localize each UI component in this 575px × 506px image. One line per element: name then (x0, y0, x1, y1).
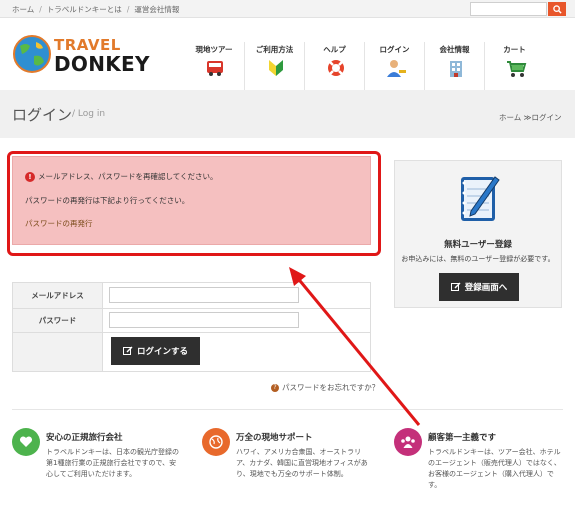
top-breadcrumb-home[interactable]: ホーム (12, 5, 34, 14)
user-key-icon (387, 60, 406, 77)
globe-logo-icon (13, 35, 51, 73)
feature-trusted-agency: 安心の正規旅行会社 トラベルドンキーは、日本の観光庁登録の第1種旅行業の正規旅行… (12, 428, 192, 498)
edit-icon (122, 346, 133, 355)
forgot-password-label: パスワードをお忘れですか？ (282, 383, 380, 392)
registration-text: お申込みには、無料のユーザー登録が必要です。 (401, 255, 555, 263)
password-row: パスワード (13, 309, 370, 333)
feature-title: 安心の正規旅行会社 (46, 433, 123, 443)
globe-icon (202, 428, 230, 456)
site-header: TRAVEL DONKEY 現地ツアー ご利用方法 ヘルプ ログイン 会社情報 … (0, 18, 575, 98)
login-button-label: ログインする (136, 347, 188, 357)
feature-text: トラベルドンキーは、ツアー会社、ホテルのエージェント（販売代理人）ではなく、お客… (428, 448, 561, 489)
feature-text: ハワイ、アメリカ合衆国、オーストラリア、カナダ、韓国に直営現地オフィスがあり、現… (236, 448, 368, 478)
forgot-password-link[interactable]: ? パスワードをお忘れですか？ (271, 382, 379, 393)
password-field[interactable] (109, 312, 299, 328)
register-button[interactable]: 登録画面へ (439, 273, 519, 301)
top-breadcrumb-company[interactable]: 運営会社情報 (134, 5, 179, 14)
page-title-bar: ログイン / Log in ホーム ≫ログイン (0, 90, 575, 138)
question-icon: ? (271, 383, 279, 392)
breadcrumb: ホーム ≫ログイン (499, 112, 562, 123)
people-icon (394, 428, 422, 456)
registration-panel: 無料ユーザー登録 お申込みには、無料のユーザー登録が必要です。 登録画面へ (394, 160, 562, 308)
breadcrumb-separator: ≫ (523, 113, 532, 122)
password-label: パスワード (13, 309, 103, 332)
feature-title: 顧客第一主義です (428, 433, 497, 443)
search-icon (552, 4, 562, 14)
breadcrumb-current: ログイン (531, 113, 562, 122)
heart-icon (12, 428, 40, 456)
highlight-annotation-box (7, 151, 381, 256)
cart-icon (507, 61, 527, 77)
top-breadcrumb-about[interactable]: トラベルドンキーとは (47, 5, 122, 14)
feature-text: トラベルドンキーは、日本の観光庁登録の第1種旅行業の正規旅行会社ですので、安心し… (46, 448, 179, 478)
beginner-leaf-icon (269, 60, 283, 76)
login-button[interactable]: ログインする (111, 337, 200, 365)
page-subtitle: / Log in (72, 109, 106, 119)
email-row: メールアドレス (13, 283, 370, 309)
search-input[interactable] (470, 2, 547, 16)
edit-icon (450, 282, 461, 291)
feature-local-support: 万全の現地サポート ハワイ、アメリカ合衆国、オーストラリア、カナダ、韓国に直営現… (202, 428, 382, 498)
feature-customer-first: 顧客第一主義です トラベルドンキーは、ツアー会社、ホテルのエージェント（販売代理… (394, 428, 574, 498)
bus-icon (207, 61, 223, 76)
email-label: メールアドレス (13, 283, 103, 308)
top-bar: ホーム / トラベルドンキーとは / 運営会社情報 (0, 0, 575, 18)
feature-title: 万全の現地サポート (236, 433, 313, 443)
notebook-pen-icon (461, 176, 500, 221)
lifebuoy-icon (328, 60, 344, 76)
submit-label-cell (13, 333, 103, 371)
registration-title: 無料ユーザー登録 (444, 240, 512, 250)
search-button[interactable] (548, 2, 566, 16)
section-divider (12, 409, 563, 410)
email-field[interactable] (109, 287, 299, 303)
logo-text-donkey: DONKEY (54, 52, 150, 76)
page-title: ログイン (12, 106, 73, 124)
building-icon (450, 61, 462, 77)
top-breadcrumb: ホーム / トラベルドンキーとは / 運営会社情報 (12, 5, 180, 14)
site-logo[interactable]: TRAVEL DONKEY (12, 34, 149, 76)
breadcrumb-home[interactable]: ホーム (499, 113, 521, 122)
register-button-label: 登録画面へ (464, 283, 508, 293)
